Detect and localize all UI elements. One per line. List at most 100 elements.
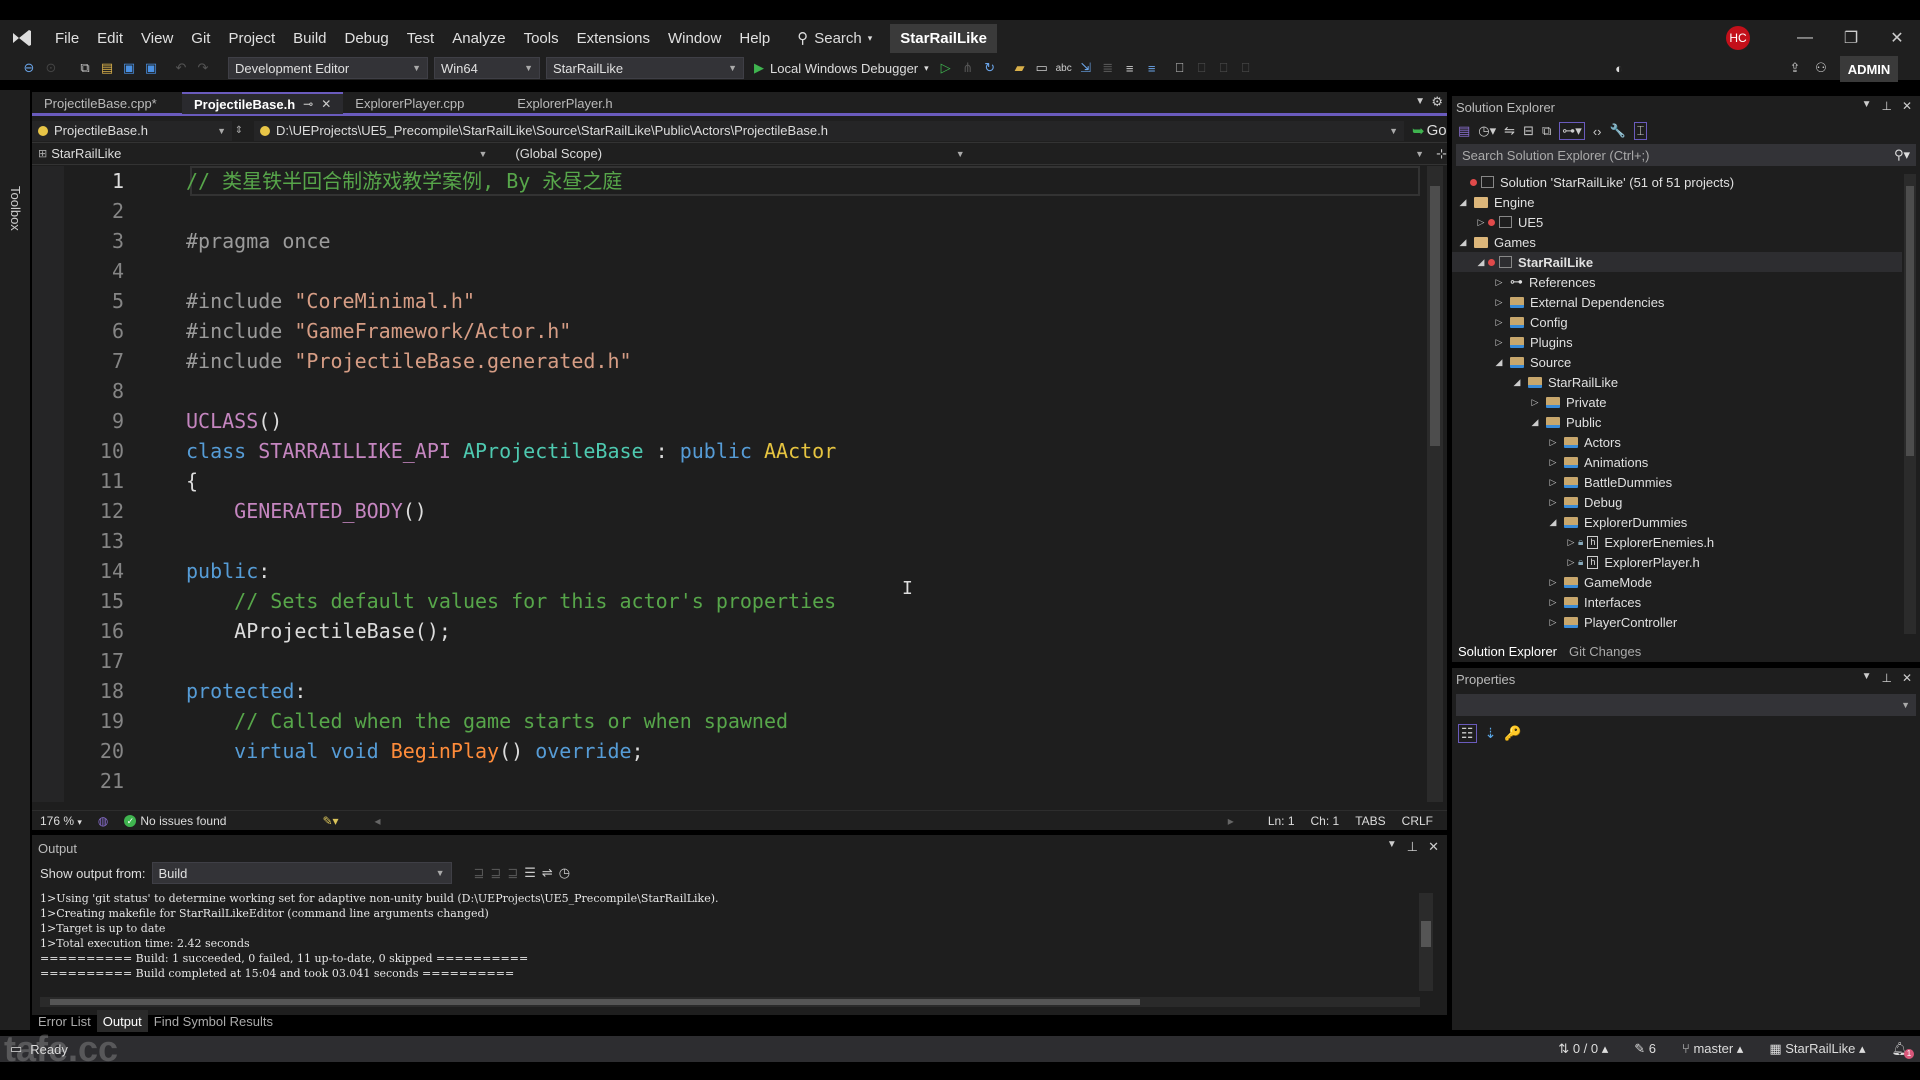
account-avatar[interactable]: HC [1726, 26, 1750, 50]
code-text-area[interactable]: 1 // 类星铁半回合制游戏教学案例, By 永昼之庭 2 3 #pragma once… [32, 166, 1427, 802]
menu-test[interactable]: Test [398, 30, 444, 47]
close-window-button[interactable]: ✕ [1874, 28, 1920, 48]
configuration-select[interactable]: Development Editor ▼ [228, 57, 428, 79]
platform-select[interactable]: Win64 ▼ [434, 57, 540, 79]
next-bookmark-icon[interactable]: ⎕ [1215, 60, 1233, 76]
collapse-arrow-icon[interactable]: ◢ [1546, 517, 1560, 528]
pin-icon[interactable]: ⊥ [1881, 671, 1891, 685]
split-editor-icon[interactable]: ⊹ [1436, 146, 1447, 162]
menu-view[interactable]: View [132, 30, 182, 47]
collapse-arrow-icon[interactable]: ◢ [1456, 237, 1470, 248]
tree-node[interactable]: ◢ Games [1452, 232, 1902, 252]
expand-arrow-icon[interactable]: ▷ [1546, 577, 1560, 588]
start-debugging-button[interactable]: ▶ Local Windows Debugger ▾ [754, 60, 929, 76]
indent-mode[interactable]: TABS [1347, 814, 1393, 828]
go-button[interactable]: ➥ Go [1412, 122, 1447, 140]
menu-analyze[interactable]: Analyze [443, 30, 514, 47]
tab-find-symbol-results[interactable]: Find Symbol Results [148, 1010, 279, 1032]
code-line[interactable]: 14 public: [64, 556, 1424, 586]
repository-selector[interactable]: ▦ StarRailLike ▴ [1769, 1041, 1865, 1057]
expand-arrow-icon[interactable]: ▷ [1492, 317, 1506, 328]
collapse-arrow-icon[interactable]: ◢ [1528, 417, 1542, 428]
code-line[interactable]: 21 [64, 766, 1424, 796]
expand-arrow-icon[interactable]: ▷ [1564, 537, 1578, 548]
property-pages-icon[interactable]: 🔑 [1504, 725, 1521, 742]
expand-arrow-icon[interactable]: ▷ [1546, 437, 1560, 448]
word-wrap-icon[interactable]: ⇌ [542, 865, 553, 881]
open-file-combo[interactable]: ProjectileBase.h ▼ [32, 120, 232, 141]
redo-icon[interactable]: ↷ [194, 60, 212, 76]
collapse-arrow-icon[interactable]: ◢ [1492, 357, 1506, 368]
code-line[interactable]: 12 GENERATED_BODY() [64, 496, 1424, 526]
expand-arrow-icon[interactable]: ▷ [1546, 597, 1560, 608]
clear-all-icon[interactable]: ☰ [524, 865, 536, 881]
toolbox-side-tab[interactable]: Toolbox [0, 90, 30, 1030]
minimize-button[interactable]: — [1782, 29, 1828, 47]
expand-arrow-icon[interactable]: ▷ [1546, 457, 1560, 468]
tree-node[interactable]: ▷ Animations [1452, 452, 1902, 472]
window-menu-icon[interactable]: ▼ [1862, 671, 1872, 685]
code-line[interactable]: 5 #include "CoreMinimal.h" [64, 286, 1424, 316]
menu-build[interactable]: Build [284, 30, 335, 47]
scrollbar-thumb[interactable] [1421, 921, 1431, 947]
code-line[interactable]: 13 [64, 526, 1424, 556]
code-line[interactable]: 9 UCLASS() [64, 406, 1424, 436]
collapse-arrow-icon[interactable]: ◢ [1456, 197, 1470, 208]
alphabetical-icon[interactable]: ⇣ [1485, 725, 1497, 742]
show-all-files-icon[interactable]: ⧉ [1542, 123, 1551, 139]
menu-tools[interactable]: Tools [515, 30, 568, 47]
solution-folder-icon[interactable]: ▰ [1011, 60, 1029, 76]
expand-arrow-icon[interactable]: ▷ [1528, 397, 1542, 408]
project-scope-combo[interactable]: ⊞ StarRailLike ▼ [32, 143, 494, 164]
pin-icon[interactable]: ⊸ [303, 97, 313, 111]
bookmark-icon[interactable]: ⎕ [1171, 60, 1189, 76]
prev-bookmark-icon[interactable]: ⎕ [1193, 60, 1211, 76]
tree-node[interactable]: ▷ Actors [1452, 432, 1902, 452]
expand-arrow-icon[interactable]: ▷ [1546, 617, 1560, 628]
expand-arrow-icon[interactable]: ▷ [1474, 217, 1488, 228]
close-tab-icon[interactable]: ✕ [321, 97, 331, 111]
output-horizontal-scrollbar[interactable] [40, 997, 1420, 1007]
solution-search-input[interactable]: Search Solution Explorer (Ctrl+;) ⚲▾ [1456, 144, 1916, 166]
collapse-arrow-icon[interactable]: ◢ [1474, 257, 1488, 268]
save-all-icon[interactable]: ▣ [142, 60, 160, 76]
spell-check-icon[interactable]: abc [1055, 63, 1073, 74]
tab-projectilebase-h[interactable]: ProjectileBase.h ⊸ ✕ [182, 92, 344, 114]
expand-arrow-icon[interactable]: ▷ [1546, 497, 1560, 508]
solution-explorer-scrollbar[interactable] [1904, 174, 1916, 634]
code-line[interactable]: 8 [64, 376, 1424, 406]
menu-git[interactable]: Git [182, 30, 219, 47]
code-line[interactable]: 11 { [64, 466, 1424, 496]
file-path-combo[interactable]: D:\UEProjects\UE5_Precompile\StarRailLik… [254, 120, 1404, 141]
tree-node[interactable]: ▷ External Dependencies [1452, 292, 1902, 312]
tree-node[interactable]: ◢ Engine [1452, 192, 1902, 212]
tab-solution-explorer[interactable]: Solution Explorer [1452, 640, 1563, 662]
tree-node[interactable]: ▷ Interfaces [1452, 592, 1902, 612]
close-pane-icon[interactable]: ✕ [1902, 671, 1912, 685]
scrollbar-thumb[interactable] [1430, 186, 1440, 446]
step-into-icon[interactable]: ⇲ [1077, 60, 1095, 76]
categorized-icon[interactable]: ☷ [1458, 723, 1477, 743]
prev-message-icon[interactable]: ⊒ [490, 865, 501, 881]
window-menu-icon[interactable]: ▼ [1387, 839, 1397, 855]
code-line[interactable]: 10 class STARRAILLIKE_API AProjectileBase… [64, 436, 1424, 466]
code-line[interactable]: 4 [64, 256, 1424, 286]
find-message-icon[interactable]: ⊒ [474, 865, 485, 881]
line-ending[interactable]: CRLF [1394, 814, 1441, 828]
issues-indicator[interactable]: ✓ No issues found [116, 814, 234, 828]
menu-window[interactable]: Window [659, 30, 730, 47]
code-line[interactable]: 18 protected: [64, 676, 1424, 706]
scrollbar-thumb[interactable] [1906, 186, 1914, 456]
expand-arrow-icon[interactable]: ▷ [1492, 297, 1506, 308]
search-button[interactable]: ⚲ Search ▾ [787, 29, 882, 48]
expand-arrow-icon[interactable]: ▷ [1492, 337, 1506, 348]
tab-explorerplayer-cpp[interactable]: ExplorerPlayer.cpp [343, 92, 505, 114]
tree-node[interactable]: ▷ 🔒︎ h ExplorerEnemies.h [1452, 532, 1902, 552]
code-line[interactable]: 20 virtual void BeginPlay() override; [64, 736, 1424, 766]
line-number[interactable]: Ln: 1 [1260, 814, 1303, 828]
notifications-button[interactable]: 🔔︎ 1 [1891, 1041, 1914, 1059]
pin-icon[interactable]: ⊥ [1407, 839, 1418, 855]
code-line[interactable]: 19 // Called when the game starts or whe… [64, 706, 1424, 736]
editor-vertical-scrollbar[interactable] [1427, 166, 1443, 802]
output-log[interactable]: 1>Using 'git status' to determine workin… [40, 891, 1420, 991]
